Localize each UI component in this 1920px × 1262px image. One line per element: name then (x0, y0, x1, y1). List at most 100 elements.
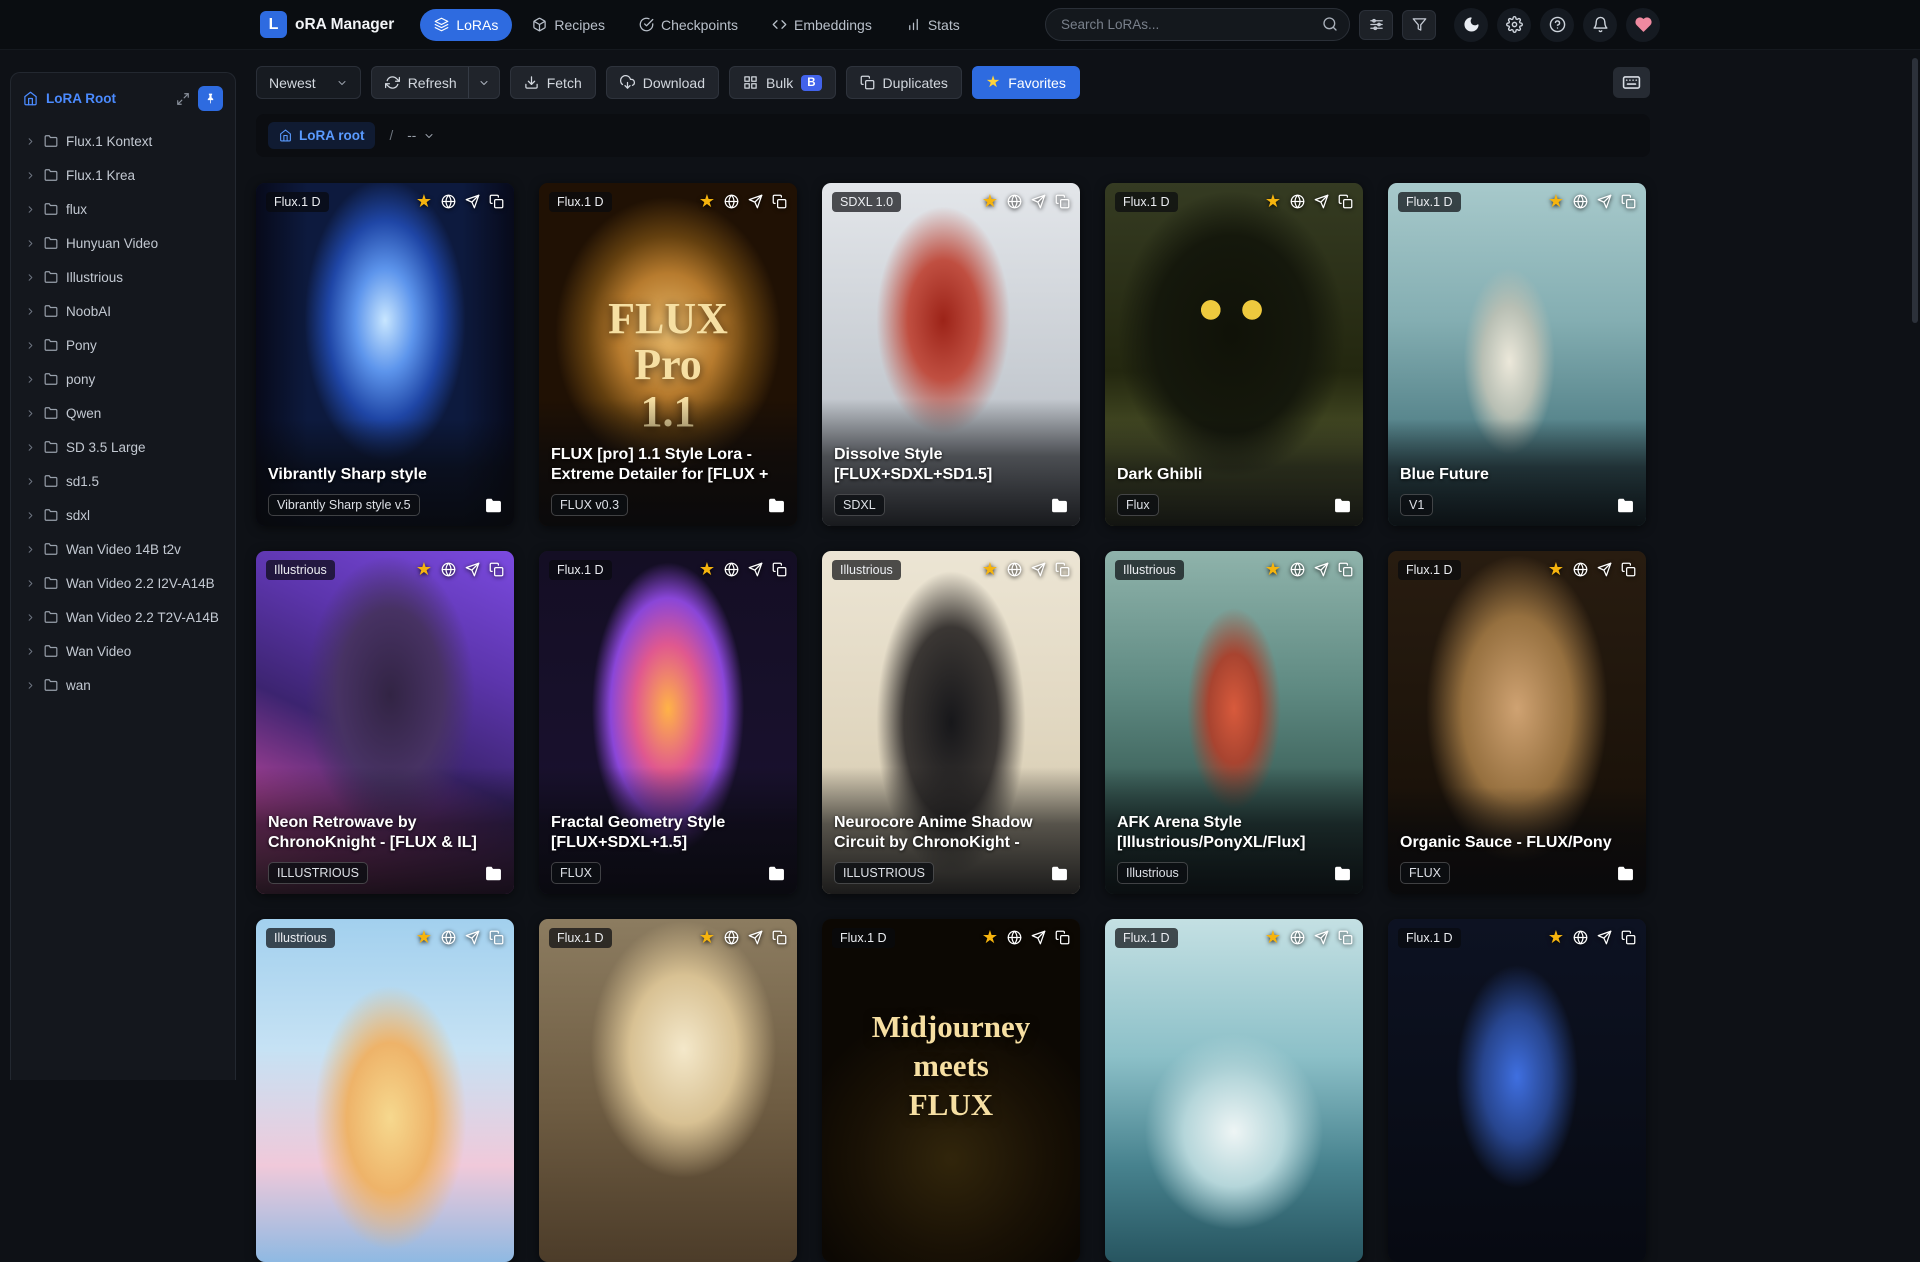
chevron-right-icon[interactable] (25, 612, 36, 623)
nav-item-stats[interactable]: Stats (892, 9, 974, 41)
chevron-right-icon[interactable] (25, 238, 36, 249)
sidebar-folder-noobai[interactable]: NoobAI (18, 294, 228, 328)
sidebar-folder-illustrious[interactable]: Illustrious (18, 260, 228, 294)
favorite-star-icon[interactable]: ★ (982, 560, 998, 578)
globe-icon[interactable] (441, 562, 456, 577)
lora-card[interactable]: Flux.1 D ★ Fractal Geometry Style [FLUX+… (539, 551, 797, 894)
sidebar-folder-hunyuan-video[interactable]: Hunyuan Video (18, 226, 228, 260)
globe-icon[interactable] (724, 194, 739, 209)
globe-icon[interactable] (1573, 562, 1588, 577)
sidebar-folder-wan-video-2-2-i2v-a14b[interactable]: Wan Video 2.2 I2V-A14B (18, 566, 228, 600)
lora-card[interactable]: Flux.1 D ★ Dark Ghibli Flux (1105, 183, 1363, 526)
globe-icon[interactable] (1290, 930, 1305, 945)
help-button[interactable] (1540, 7, 1574, 42)
send-icon[interactable] (465, 194, 480, 209)
lora-card[interactable]: Flux.1 D ★ (539, 919, 797, 1262)
copy-icon[interactable] (1338, 562, 1353, 577)
chevron-right-icon[interactable] (25, 476, 36, 487)
nav-item-checkpoints[interactable]: Checkpoints (625, 9, 752, 41)
sidebar-folder-wan-video-14b-t2v[interactable]: Wan Video 14B t2v (18, 532, 228, 566)
globe-icon[interactable] (441, 194, 456, 209)
chevron-right-icon[interactable] (25, 170, 36, 181)
globe-icon[interactable] (1007, 930, 1022, 945)
open-folder-icon[interactable] (1334, 865, 1351, 882)
duplicates-button[interactable]: Duplicates (845, 66, 962, 99)
globe-icon[interactable] (1290, 562, 1305, 577)
chevron-right-icon[interactable] (25, 374, 36, 385)
sliders-button[interactable] (1359, 9, 1393, 40)
chevron-right-icon[interactable] (25, 578, 36, 589)
lora-card[interactable]: Flux.1 D ★ Blue Future V1 (1388, 183, 1646, 526)
support-button[interactable] (1626, 7, 1660, 42)
globe-icon[interactable] (1007, 194, 1022, 209)
lora-card[interactable]: Midjourney meets FLUX Flux.1 D ★ (822, 919, 1080, 1262)
copy-icon[interactable] (1338, 194, 1353, 209)
favorite-star-icon[interactable]: ★ (982, 192, 998, 210)
favorites-filter-button[interactable]: ★ Favorites (971, 66, 1080, 99)
sidebar-folder-wan-video-2-2-t2v-a14b[interactable]: Wan Video 2.2 T2V-A14B (18, 600, 228, 634)
copy-icon[interactable] (489, 930, 504, 945)
send-icon[interactable] (1314, 194, 1329, 209)
download-button[interactable]: Download (605, 66, 719, 99)
favorite-star-icon[interactable]: ★ (1265, 192, 1281, 210)
sidebar-folder-sdxl[interactable]: sdxl (18, 498, 228, 532)
lora-card[interactable]: Flux.1 D ★ Organic Sauce - FLUX/Pony FLU… (1388, 551, 1646, 894)
chevron-right-icon[interactable] (25, 544, 36, 555)
favorite-star-icon[interactable]: ★ (1265, 560, 1281, 578)
nav-item-embeddings[interactable]: Embeddings (758, 9, 886, 41)
favorite-star-icon[interactable]: ★ (982, 928, 998, 946)
chevron-right-icon[interactable] (25, 204, 36, 215)
open-folder-icon[interactable] (768, 497, 785, 514)
copy-icon[interactable] (1621, 194, 1636, 209)
lora-card[interactable]: SDXL 1.0 ★ Dissolve Style [FLUX+SDXL+SD1… (822, 183, 1080, 526)
copy-icon[interactable] (1621, 562, 1636, 577)
breadcrumb-current-dropdown[interactable]: -- (407, 128, 435, 143)
search-input[interactable] (1045, 8, 1350, 41)
copy-icon[interactable] (1055, 562, 1070, 577)
favorite-star-icon[interactable]: ★ (416, 560, 432, 578)
copy-icon[interactable] (1055, 930, 1070, 945)
sidebar-folder-flux-1-krea[interactable]: Flux.1 Krea (18, 158, 228, 192)
copy-icon[interactable] (772, 562, 787, 577)
open-folder-icon[interactable] (1051, 497, 1068, 514)
sidebar-folder-pony[interactable]: pony (18, 362, 228, 396)
expand-tree-button[interactable] (176, 92, 190, 106)
lora-card[interactable]: Illustrious ★ (256, 919, 514, 1262)
sidebar-folder-flux[interactable]: flux (18, 192, 228, 226)
copy-icon[interactable] (772, 930, 787, 945)
bulk-button[interactable]: Bulk B (729, 66, 836, 99)
sidebar-folder-sd1-5[interactable]: sd1.5 (18, 464, 228, 498)
favorite-star-icon[interactable]: ★ (1548, 928, 1564, 946)
refresh-button[interactable]: Refresh (370, 66, 500, 99)
nav-item-recipes[interactable]: Recipes (518, 9, 619, 41)
sort-dropdown[interactable]: Newest (256, 66, 361, 99)
sidebar-folder-flux-1-kontext[interactable]: Flux.1 Kontext (18, 124, 228, 158)
send-icon[interactable] (1597, 930, 1612, 945)
send-icon[interactable] (1031, 930, 1046, 945)
chevron-right-icon[interactable] (25, 136, 36, 147)
send-icon[interactable] (1597, 562, 1612, 577)
send-icon[interactable] (465, 930, 480, 945)
chevron-right-icon[interactable] (25, 510, 36, 521)
favorite-star-icon[interactable]: ★ (699, 928, 715, 946)
lora-card[interactable]: Flux.1 D ★ (1388, 919, 1646, 1262)
open-folder-icon[interactable] (485, 865, 502, 882)
sidebar-folder-wan-video[interactable]: Wan Video (18, 634, 228, 668)
fetch-button[interactable]: Fetch (509, 66, 596, 99)
open-folder-icon[interactable] (1051, 865, 1068, 882)
sidebar-folder-wan[interactable]: wan (18, 668, 228, 702)
nav-item-loras[interactable]: LoRAs (420, 8, 513, 41)
scrollbar[interactable] (1912, 58, 1918, 1080)
lora-card[interactable]: FLUX Pro 1.1 Flux.1 D ★ FLUX [pro] 1.1 S… (539, 183, 797, 526)
refresh-options-button[interactable] (467, 67, 499, 98)
favorite-star-icon[interactable]: ★ (1548, 560, 1564, 578)
send-icon[interactable] (748, 930, 763, 945)
app-brand[interactable]: L oRA Manager (260, 11, 394, 38)
chevron-right-icon[interactable] (25, 340, 36, 351)
sidebar-folder-sd-3-5-large[interactable]: SD 3.5 Large (18, 430, 228, 464)
favorite-star-icon[interactable]: ★ (1265, 928, 1281, 946)
sidebar-folder-qwen[interactable]: Qwen (18, 396, 228, 430)
send-icon[interactable] (1031, 562, 1046, 577)
globe-icon[interactable] (724, 930, 739, 945)
send-icon[interactable] (1314, 930, 1329, 945)
